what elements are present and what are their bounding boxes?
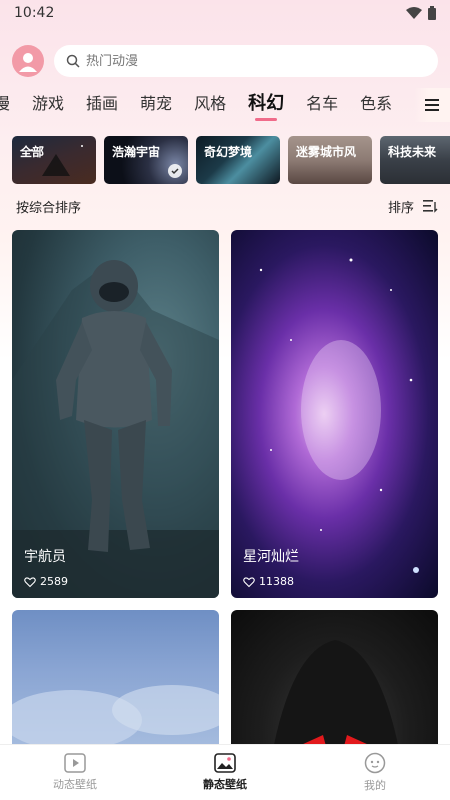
sub-category-card[interactable]: 奇幻梦境 bbox=[196, 136, 280, 184]
tab-category[interactable]: 漫 bbox=[0, 88, 10, 122]
wifi-icon bbox=[406, 7, 422, 19]
likes-count: 11388 bbox=[259, 575, 294, 588]
tab-category[interactable]: 插画 bbox=[86, 88, 118, 122]
sub-category-label: 全部 bbox=[20, 145, 45, 159]
sub-category-list: 全部 浩瀚宇宙 奇幻梦境 迷雾城市风 科技未来 bbox=[12, 136, 450, 184]
sub-category-card[interactable]: 迷雾城市风 bbox=[288, 136, 372, 184]
sub-category-label: 科技未来 bbox=[388, 145, 437, 159]
check-icon bbox=[168, 164, 182, 178]
nav-label: 静态壁纸 bbox=[203, 778, 247, 791]
sub-category-card-selected[interactable]: 浩瀚宇宙 bbox=[104, 136, 188, 184]
wallpaper-image bbox=[271, 640, 401, 760]
wallpaper-card[interactable] bbox=[12, 610, 219, 760]
tab-category[interactable]: 色系 bbox=[360, 88, 392, 122]
search-icon bbox=[66, 54, 80, 68]
sub-category-label: 迷雾城市风 bbox=[296, 145, 357, 159]
wallpaper-image bbox=[12, 685, 219, 750]
wallpaper-image bbox=[259, 258, 419, 573]
category-tabs: 漫 游戏 插画 萌宠 风格 科幻 名车 色系 bbox=[0, 88, 450, 122]
battery-icon bbox=[428, 6, 436, 20]
tab-category[interactable]: 游戏 bbox=[32, 88, 64, 122]
sort-row: 按综合排序 排序 bbox=[16, 196, 438, 216]
search-row bbox=[12, 44, 438, 78]
sub-category-card[interactable]: 全部 bbox=[12, 136, 96, 184]
sub-category-label: 浩瀚宇宙 bbox=[112, 145, 161, 159]
heart-icon bbox=[243, 576, 255, 587]
menu-icon bbox=[425, 99, 439, 111]
search-input[interactable] bbox=[86, 53, 426, 69]
user-avatar-icon bbox=[19, 53, 37, 72]
sub-category-card[interactable]: 科技未来 bbox=[380, 136, 450, 184]
tab-category[interactable]: 名车 bbox=[306, 88, 338, 122]
likes-count: 2589 bbox=[40, 575, 68, 588]
nav-dynamic-wallpaper[interactable]: 动态壁纸 bbox=[0, 745, 150, 800]
wallpaper-title: 宇航员 bbox=[24, 549, 66, 565]
sort-button[interactable]: 排序 bbox=[388, 197, 438, 216]
search-box[interactable] bbox=[54, 45, 438, 77]
category-menu-button[interactable] bbox=[414, 88, 450, 122]
tab-category-active[interactable]: 科幻 bbox=[248, 88, 284, 122]
sort-icon bbox=[423, 200, 438, 213]
avatar[interactable] bbox=[12, 45, 44, 77]
sort-label: 排序 bbox=[387, 200, 414, 216]
nav-static-wallpaper[interactable]: 静态壁纸 bbox=[150, 745, 300, 800]
status-time: 10:42 bbox=[14, 5, 55, 21]
wallpaper-card[interactable]: 宇航员 2589 bbox=[12, 230, 219, 598]
image-icon bbox=[214, 753, 236, 773]
nav-mine[interactable]: 我的 bbox=[300, 745, 450, 800]
status-bar: 10:42 bbox=[0, 0, 450, 26]
nav-label: 动态壁纸 bbox=[53, 778, 97, 791]
play-video-icon bbox=[64, 753, 86, 773]
sub-category-label: 奇幻梦境 bbox=[204, 145, 253, 159]
wallpaper-title: 星河灿烂 bbox=[243, 549, 299, 565]
nav-label: 我的 bbox=[364, 779, 386, 792]
sort-mode-label[interactable]: 按综合排序 bbox=[16, 197, 81, 216]
tab-category[interactable]: 萌宠 bbox=[140, 88, 172, 122]
wallpaper-card[interactable] bbox=[231, 610, 438, 760]
wallpaper-image bbox=[12, 260, 219, 598]
wallpaper-likes[interactable]: 2589 bbox=[24, 575, 68, 588]
face-icon bbox=[364, 752, 386, 774]
tab-category[interactable]: 风格 bbox=[194, 88, 226, 122]
bottom-nav: 动态壁纸 静态壁纸 我的 bbox=[0, 744, 450, 800]
wallpaper-likes[interactable]: 11388 bbox=[243, 575, 294, 588]
wallpaper-card[interactable]: 星河灿烂 11388 bbox=[231, 230, 438, 598]
heart-icon bbox=[24, 576, 36, 587]
